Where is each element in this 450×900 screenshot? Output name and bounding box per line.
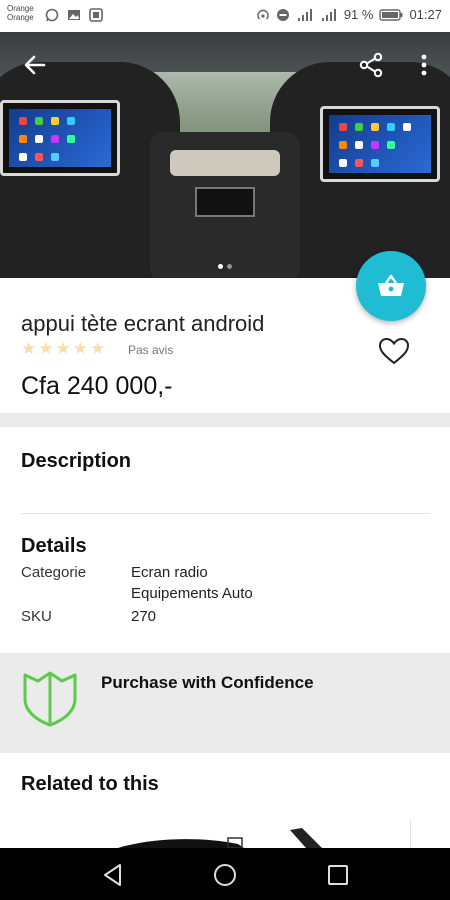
image-icon [68,10,80,20]
system-status-icons: 91 % 01:27 [256,7,442,22]
share-icon[interactable] [358,52,384,78]
shield-icon [23,671,77,727]
notification-icons [45,8,103,22]
carousel-dots [218,264,232,269]
related-product-thumbnails[interactable] [0,820,400,848]
image-dashboard [150,132,300,278]
nav-back-icon[interactable] [100,862,126,888]
related-products-strip[interactable] [0,820,450,848]
more-vertical-icon[interactable] [414,52,434,78]
star-icon: ★ [38,339,54,358]
nav-recents-icon[interactable] [325,862,351,888]
hotspot-icon [257,9,269,20]
image-headrest-screen-left [0,100,120,176]
detail-value-category[interactable]: Equipements Auto [131,585,253,602]
clock: 01:27 [409,7,442,22]
carrier-line-1: Orange [7,4,34,13]
signal-icon [321,8,336,21]
related-heading: Related to this [21,773,159,795]
carrier-label: Orange Orange [7,4,34,22]
star-icon: ★ [72,339,88,358]
status-bar: Orange Orange 91 % 01:27 [0,0,450,32]
star-icon: ★ [55,339,71,358]
detail-value-sku: 270 [131,608,157,625]
detail-label-sku: SKU [21,608,52,625]
related-divider [410,820,411,848]
product-image-carousel[interactable] [0,32,450,278]
system-navigation-bar [0,848,450,900]
do-not-disturb-icon [276,8,289,21]
whatsapp-icon [45,8,59,22]
signal-icon [297,8,312,21]
detail-value-category[interactable]: Ecran radio [131,564,208,581]
product-price: Cfa 240 000,- [21,372,173,400]
image-headrest-screen-right [320,106,440,182]
screenshot-icon [89,8,103,22]
add-to-basket-button[interactable] [356,251,426,321]
star-icon: ★ [21,339,37,358]
nav-home-icon[interactable] [212,862,238,888]
carousel-dot[interactable] [227,264,232,269]
star-icon: ★ [90,339,106,358]
favorite-heart-icon[interactable] [378,336,410,366]
detail-label-category: Categorie [21,564,87,581]
rating-stars[interactable]: ★ ★ ★ ★ ★ [21,340,105,358]
reviews-label: Pas avis [128,343,174,357]
description-heading: Description [21,450,132,472]
purchase-confidence-banner[interactable]: Purchase with Confidence [0,653,450,753]
battery-percent: 91 % [343,7,374,22]
confidence-title: Purchase with Confidence [101,673,314,692]
product-title: appui tète ecrant android [21,311,265,336]
battery-icon [379,8,403,21]
details-heading: Details [21,535,87,557]
carrier-line-2: Orange [7,13,34,22]
back-arrow-icon[interactable] [22,52,48,78]
carousel-dot[interactable] [218,264,223,269]
divider [21,513,430,514]
basket-icon [378,274,404,296]
section-separator [0,413,450,427]
